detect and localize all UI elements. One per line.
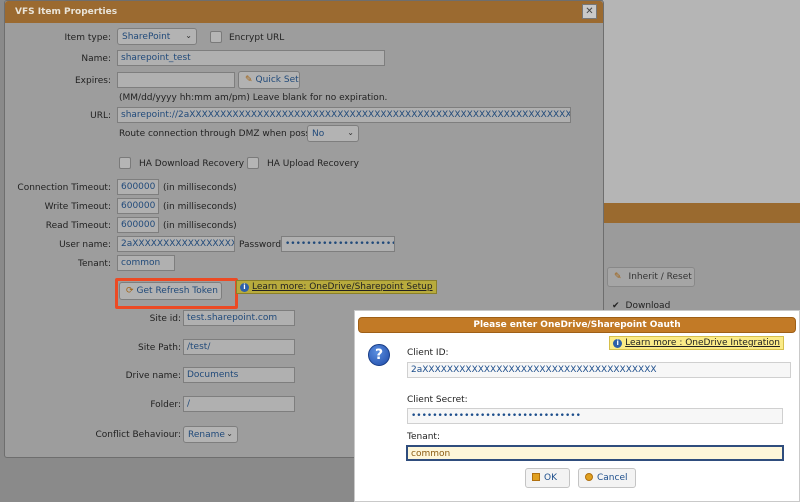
tenant-input[interactable]: common bbox=[117, 255, 175, 271]
cancel-label: Cancel bbox=[597, 473, 628, 483]
learn-more-onedrive-link[interactable]: i Learn more : OneDrive Integration bbox=[609, 336, 784, 350]
ok-button[interactable]: OK bbox=[525, 468, 570, 488]
pencil-icon: ✎ bbox=[245, 75, 253, 85]
learn-more-sharepoint-label: Learn more: OneDrive/Sharepoint Setup bbox=[252, 282, 433, 292]
encrypt-url-checkbox[interactable] bbox=[210, 31, 222, 43]
chevron-down-icon: ⌄ bbox=[347, 128, 354, 137]
client-secret-label: Client Secret: bbox=[407, 395, 468, 405]
learn-more-sharepoint-link[interactable]: i Learn more: OneDrive/Sharepoint Setup bbox=[236, 280, 437, 294]
write-timeout-input[interactable]: 600000 bbox=[117, 198, 159, 214]
ha-upload-checkbox[interactable] bbox=[247, 157, 259, 169]
connection-timeout-input[interactable]: 600000 bbox=[117, 179, 159, 195]
read-timeout-unit: (in milliseconds) bbox=[163, 221, 237, 231]
ha-upload-label: HA Upload Recovery bbox=[267, 159, 359, 169]
background-section-header bbox=[603, 203, 800, 223]
dialog-title: VFS Item Properties bbox=[15, 7, 118, 17]
get-refresh-token-button[interactable]: ⟳ Get Refresh Token bbox=[119, 282, 222, 300]
oauth-tenant-input[interactable]: common bbox=[406, 445, 784, 461]
chevron-down-icon: ⌄ bbox=[226, 429, 233, 438]
url-input[interactable]: sharepoint://2aXXXXXXXXXXXXXXXXXXXXXXXXX… bbox=[117, 107, 571, 123]
dmz-value: No bbox=[312, 129, 325, 139]
item-type-select[interactable]: SharePoint ⌄ bbox=[117, 28, 197, 45]
background-panel bbox=[603, 0, 800, 203]
conflict-behaviour-value: Rename bbox=[188, 430, 225, 440]
folder-input[interactable]: / bbox=[183, 396, 295, 412]
dmz-label: Route connection through DMZ when possib… bbox=[119, 129, 330, 139]
oauth-dialog: Please enter OneDrive/Sharepoint Oauth i… bbox=[354, 310, 800, 502]
connection-timeout-unit: (in milliseconds) bbox=[163, 183, 237, 193]
chevron-down-icon: ⌄ bbox=[185, 31, 192, 40]
password-label: Password: bbox=[239, 240, 285, 250]
pencil-icon: ✎ bbox=[614, 272, 622, 282]
user-name-input[interactable]: 2aXXXXXXXXXXXXXXXXXXX bbox=[117, 236, 235, 252]
item-type-value: SharePoint bbox=[122, 32, 171, 42]
write-timeout-label: Write Timeout: bbox=[44, 202, 111, 212]
learn-more-onedrive-label: Learn more : OneDrive Integration bbox=[625, 338, 780, 348]
expires-label: Expires: bbox=[75, 76, 111, 86]
password-input[interactable]: •••••••••••••••••••••••• bbox=[281, 236, 395, 252]
conflict-behaviour-select[interactable]: Rename ⌄ bbox=[183, 426, 238, 443]
question-icon: ? bbox=[368, 344, 390, 366]
get-refresh-token-label: Get Refresh Token bbox=[136, 286, 218, 296]
inherit-reset-button[interactable]: ✎ Inherit / Reset bbox=[607, 267, 695, 287]
ok-icon bbox=[532, 473, 540, 481]
quick-set-label: Quick Set bbox=[255, 75, 299, 85]
drive-name-input[interactable]: Documents bbox=[183, 367, 295, 383]
name-input[interactable]: sharepoint_test bbox=[117, 50, 385, 66]
write-timeout-unit: (in milliseconds) bbox=[163, 202, 237, 212]
conflict-behaviour-label: Conflict Behaviour: bbox=[95, 430, 181, 440]
close-icon[interactable]: ✕ bbox=[582, 4, 597, 19]
ha-download-checkbox[interactable] bbox=[119, 157, 131, 169]
site-id-label: Site id: bbox=[149, 314, 181, 324]
client-secret-input[interactable]: •••••••••••••••••••••••••••••••• bbox=[407, 408, 783, 424]
read-timeout-label: Read Timeout: bbox=[45, 221, 111, 231]
read-timeout-input[interactable]: 600000 bbox=[117, 217, 159, 233]
info-icon: i bbox=[613, 339, 623, 348]
user-name-label: User name: bbox=[59, 240, 111, 250]
item-type-label: Item type: bbox=[64, 33, 112, 43]
oauth-tenant-label: Tenant: bbox=[407, 432, 440, 442]
refresh-icon: ⟳ bbox=[126, 286, 134, 296]
name-label: Name: bbox=[81, 54, 111, 64]
cancel-button[interactable]: Cancel bbox=[578, 468, 636, 488]
dmz-select[interactable]: No ⌄ bbox=[307, 125, 359, 142]
quick-set-button[interactable]: ✎ Quick Set bbox=[238, 71, 300, 89]
inherit-reset-label: Inherit / Reset bbox=[628, 272, 692, 282]
oauth-dialog-title: Please enter OneDrive/Sharepoint Oauth bbox=[358, 317, 796, 333]
connection-timeout-label: Connection Timeout: bbox=[17, 183, 111, 193]
encrypt-url-label: Encrypt URL bbox=[229, 33, 285, 43]
client-id-label: Client ID: bbox=[407, 348, 449, 358]
ok-label: OK bbox=[544, 473, 557, 483]
info-icon: i bbox=[240, 283, 249, 292]
client-id-input[interactable]: 2aXXXXXXXXXXXXXXXXXXXXXXXXXXXXXXXXXXXXXX bbox=[407, 362, 791, 378]
site-path-input[interactable]: /test/ bbox=[183, 339, 295, 355]
tenant-label: Tenant: bbox=[78, 259, 111, 269]
drive-name-label: Drive name: bbox=[125, 371, 181, 381]
folder-label: Folder: bbox=[150, 400, 181, 410]
dialog-title-bar: VFS Item Properties ✕ bbox=[5, 1, 603, 23]
site-id-input[interactable]: test.sharepoint.com bbox=[183, 310, 295, 326]
expires-input[interactable] bbox=[117, 72, 235, 88]
ha-download-label: HA Download Recovery bbox=[139, 159, 245, 169]
cancel-icon bbox=[585, 473, 593, 481]
url-label: URL: bbox=[90, 111, 111, 121]
site-path-label: Site Path: bbox=[138, 343, 181, 353]
expires-hint: (MM/dd/yyyy hh:mm am/pm) Leave blank for… bbox=[119, 93, 388, 103]
